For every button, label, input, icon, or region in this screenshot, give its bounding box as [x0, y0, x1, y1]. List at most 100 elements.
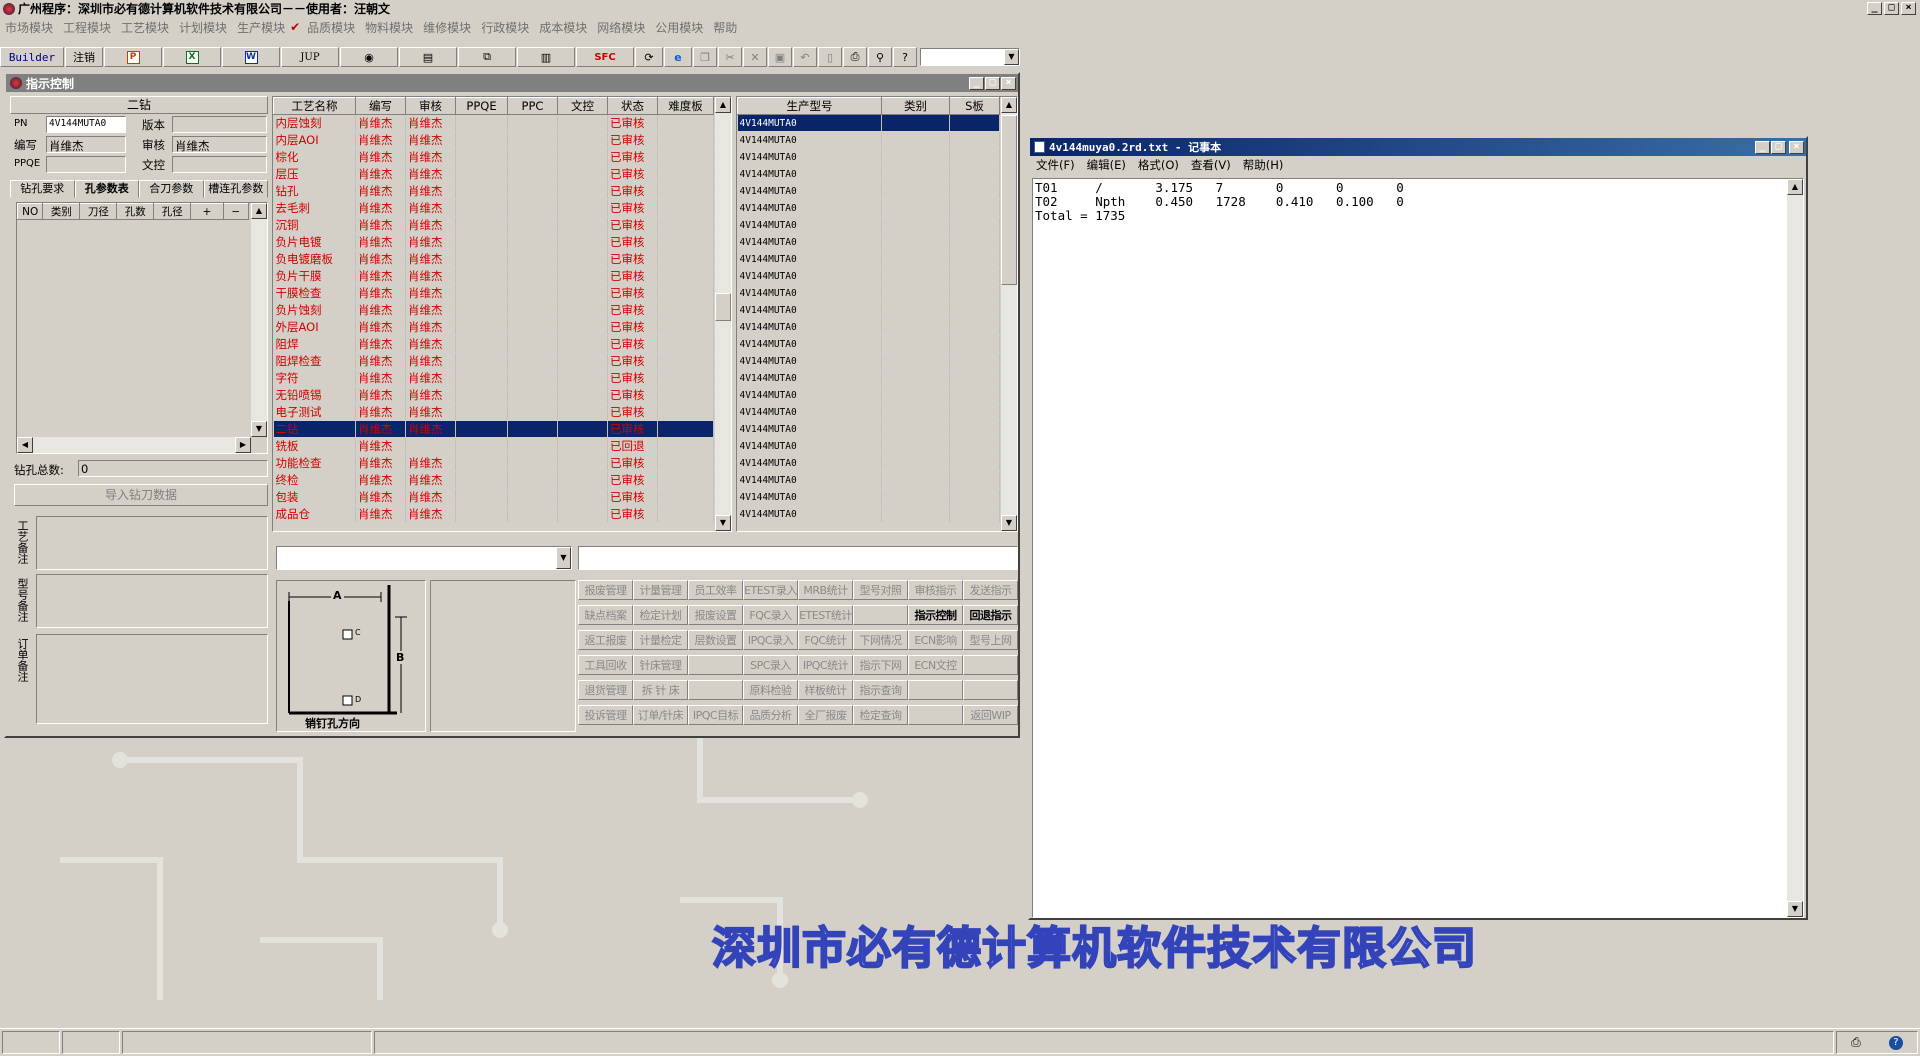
- scroll-down-icon[interactable]: ▼: [251, 421, 267, 437]
- function-button-3-4[interactable]: IPQC统计: [798, 655, 853, 675]
- printer-icon[interactable]: ▥: [517, 47, 575, 67]
- order-note-field[interactable]: [36, 634, 268, 724]
- model-row[interactable]: 4V144MUTA0: [737, 437, 1000, 455]
- menu-11[interactable]: 公用模块: [650, 19, 708, 36]
- process-table-vscroll[interactable]: ▲ ▼: [715, 97, 731, 531]
- scroll-left-icon[interactable]: ◀: [17, 437, 33, 453]
- process-row[interactable]: 外层AOI 肖维杰 肖维杰 已审核: [273, 318, 714, 336]
- function-button-1-2[interactable]: 报废设置: [688, 605, 743, 625]
- process-col-header-6[interactable]: 状态: [607, 97, 658, 115]
- notepad-menu-2[interactable]: 格式(O): [1132, 157, 1185, 173]
- model-table-vscroll[interactable]: ▲ ▼: [1001, 97, 1017, 531]
- notepad-menu-4[interactable]: 帮助(H): [1237, 157, 1290, 173]
- process-row[interactable]: 去毛刺 肖维杰 肖维杰 已审核: [273, 199, 714, 217]
- toolbar-combo[interactable]: ▼: [920, 48, 1020, 66]
- menu-12[interactable]: 帮助: [708, 19, 742, 36]
- hole-col-header-2[interactable]: 刀径: [79, 203, 118, 220]
- model-row[interactable]: 4V144MUTA0: [737, 386, 1000, 404]
- scroll-up-icon[interactable]: ▲: [715, 97, 731, 113]
- function-button-1-1[interactable]: 检定计划: [633, 605, 688, 625]
- hole-grid-hscroll[interactable]: ◀ ▶: [17, 437, 251, 453]
- process-col-header-3[interactable]: PPQE: [455, 97, 508, 115]
- powerpoint-icon[interactable]: P: [104, 47, 162, 67]
- function-button-3-6[interactable]: ECN文控: [908, 655, 963, 675]
- function-button-4-6[interactable]: [908, 680, 963, 700]
- model-row[interactable]: 4V144MUTA0: [737, 114, 1000, 132]
- model-row[interactable]: 4V144MUTA0: [737, 182, 1000, 200]
- menu-3[interactable]: 计划模块: [174, 19, 232, 36]
- undo-icon[interactable]: ↶: [793, 47, 817, 67]
- function-button-2-4[interactable]: FQC统计: [798, 630, 853, 650]
- menu-5[interactable]: 品质模块: [302, 19, 360, 36]
- scroll-thumb[interactable]: [715, 293, 731, 321]
- function-button-1-5[interactable]: [853, 605, 908, 625]
- scroll-thumb[interactable]: [1001, 115, 1017, 285]
- notepad-menu-1[interactable]: 编辑(E): [1081, 157, 1132, 173]
- model-row[interactable]: 4V144MUTA0: [737, 165, 1000, 183]
- function-button-1-7[interactable]: 回退指示: [963, 605, 1018, 625]
- function-button-0-6[interactable]: 审核指示: [908, 580, 963, 600]
- model-row[interactable]: 4V144MUTA0: [737, 352, 1000, 370]
- find-icon[interactable]: ⚲: [868, 47, 892, 67]
- hole-col-header-5[interactable]: +: [190, 203, 224, 220]
- menu-4[interactable]: 生产模块: [232, 19, 290, 36]
- model-row[interactable]: 4V144MUTA0: [737, 318, 1000, 336]
- hole-col-header-4[interactable]: 孔径: [153, 203, 192, 220]
- process-row[interactable]: 层压 肖维杰 肖维杰 已审核: [273, 165, 714, 183]
- review-field[interactable]: 肖维杰: [172, 136, 267, 153]
- help-icon[interactable]: ?: [893, 47, 917, 67]
- function-button-3-5[interactable]: 指示下网: [853, 655, 908, 675]
- eye-icon[interactable]: ◉: [340, 47, 398, 67]
- function-button-0-5[interactable]: 型号对照: [853, 580, 908, 600]
- function-button-5-7[interactable]: 返回WIP: [963, 705, 1018, 725]
- function-button-4-2[interactable]: [688, 680, 743, 700]
- refresh-icon[interactable]: ⟳: [635, 47, 663, 67]
- inner-minimize-button[interactable]: _: [969, 76, 984, 90]
- function-button-1-6[interactable]: 指示控制: [908, 605, 963, 625]
- note-input[interactable]: [578, 546, 1018, 570]
- function-button-0-0[interactable]: 报废管理: [578, 580, 633, 600]
- process-row[interactable]: 负电镀磨板 肖维杰 肖维杰 已审核: [273, 250, 714, 268]
- function-button-5-5[interactable]: 检定查询: [853, 705, 908, 725]
- function-button-5-2[interactable]: IPQC目标: [688, 705, 743, 725]
- close-button[interactable]: ×: [1901, 2, 1916, 15]
- process-row[interactable]: 二钻 肖维杰 肖维杰 已审核: [273, 420, 714, 438]
- menu-2[interactable]: 工艺模块: [116, 19, 174, 36]
- tab-0[interactable]: 钻孔要求: [10, 180, 75, 198]
- hole-col-header-1[interactable]: 类别: [42, 203, 81, 220]
- process-row[interactable]: 包装 肖维杰 肖维杰 已审核: [273, 488, 714, 506]
- copy-icon[interactable]: ❐: [693, 47, 717, 67]
- process-row[interactable]: 字符 肖维杰 肖维杰 已审核: [273, 369, 714, 387]
- model-row[interactable]: 4V144MUTA0: [737, 301, 1000, 319]
- menu-10[interactable]: 网络模块: [592, 19, 650, 36]
- word-icon[interactable]: W: [222, 47, 280, 67]
- function-button-1-0[interactable]: 缺点档案: [578, 605, 633, 625]
- model-row[interactable]: 4V144MUTA0: [737, 403, 1000, 421]
- function-button-2-6[interactable]: ECN影响: [908, 630, 963, 650]
- scroll-down-icon[interactable]: ▼: [1787, 901, 1803, 917]
- scroll-up-icon[interactable]: ▲: [1787, 179, 1803, 195]
- model-col-header-0[interactable]: 生产型号: [737, 97, 882, 115]
- notepad-maximize-button[interactable]: □: [1771, 140, 1786, 154]
- import-drill-button[interactable]: 导入钻刀数据: [14, 484, 268, 506]
- menu-8[interactable]: 行政模块: [476, 19, 534, 36]
- model-row[interactable]: 4V144MUTA0: [737, 505, 1000, 523]
- model-row[interactable]: 4V144MUTA0: [737, 131, 1000, 149]
- version-field[interactable]: [172, 116, 267, 133]
- menu-0[interactable]: 市场模块: [0, 19, 58, 36]
- notepad-text-area[interactable]: T01 / 3.175 7 0 0 0 T02 Npth 0.450 1728 …: [1032, 178, 1804, 918]
- function-button-1-4[interactable]: ETEST统计: [798, 605, 853, 625]
- total-field[interactable]: 0: [78, 460, 268, 477]
- builder-button[interactable]: Builder: [0, 47, 64, 67]
- notepad-menu-3[interactable]: 查看(V): [1185, 157, 1237, 173]
- menu-9[interactable]: 成本模块: [534, 19, 592, 36]
- function-button-0-2[interactable]: 员工效率: [688, 580, 743, 600]
- help-tray-icon[interactable]: ?: [1888, 1035, 1903, 1050]
- function-button-4-1[interactable]: 拆 针 床: [633, 680, 688, 700]
- process-row[interactable]: 无铅喷锡 肖维杰 肖维杰 已审核: [273, 386, 714, 404]
- model-row[interactable]: 4V144MUTA0: [737, 335, 1000, 353]
- function-button-0-7[interactable]: 发送指示: [963, 580, 1018, 600]
- process-row[interactable]: 阻焊 肖维杰 肖维杰 已审核: [273, 335, 714, 353]
- process-note-field[interactable]: [36, 516, 268, 570]
- model-row[interactable]: 4V144MUTA0: [737, 233, 1000, 251]
